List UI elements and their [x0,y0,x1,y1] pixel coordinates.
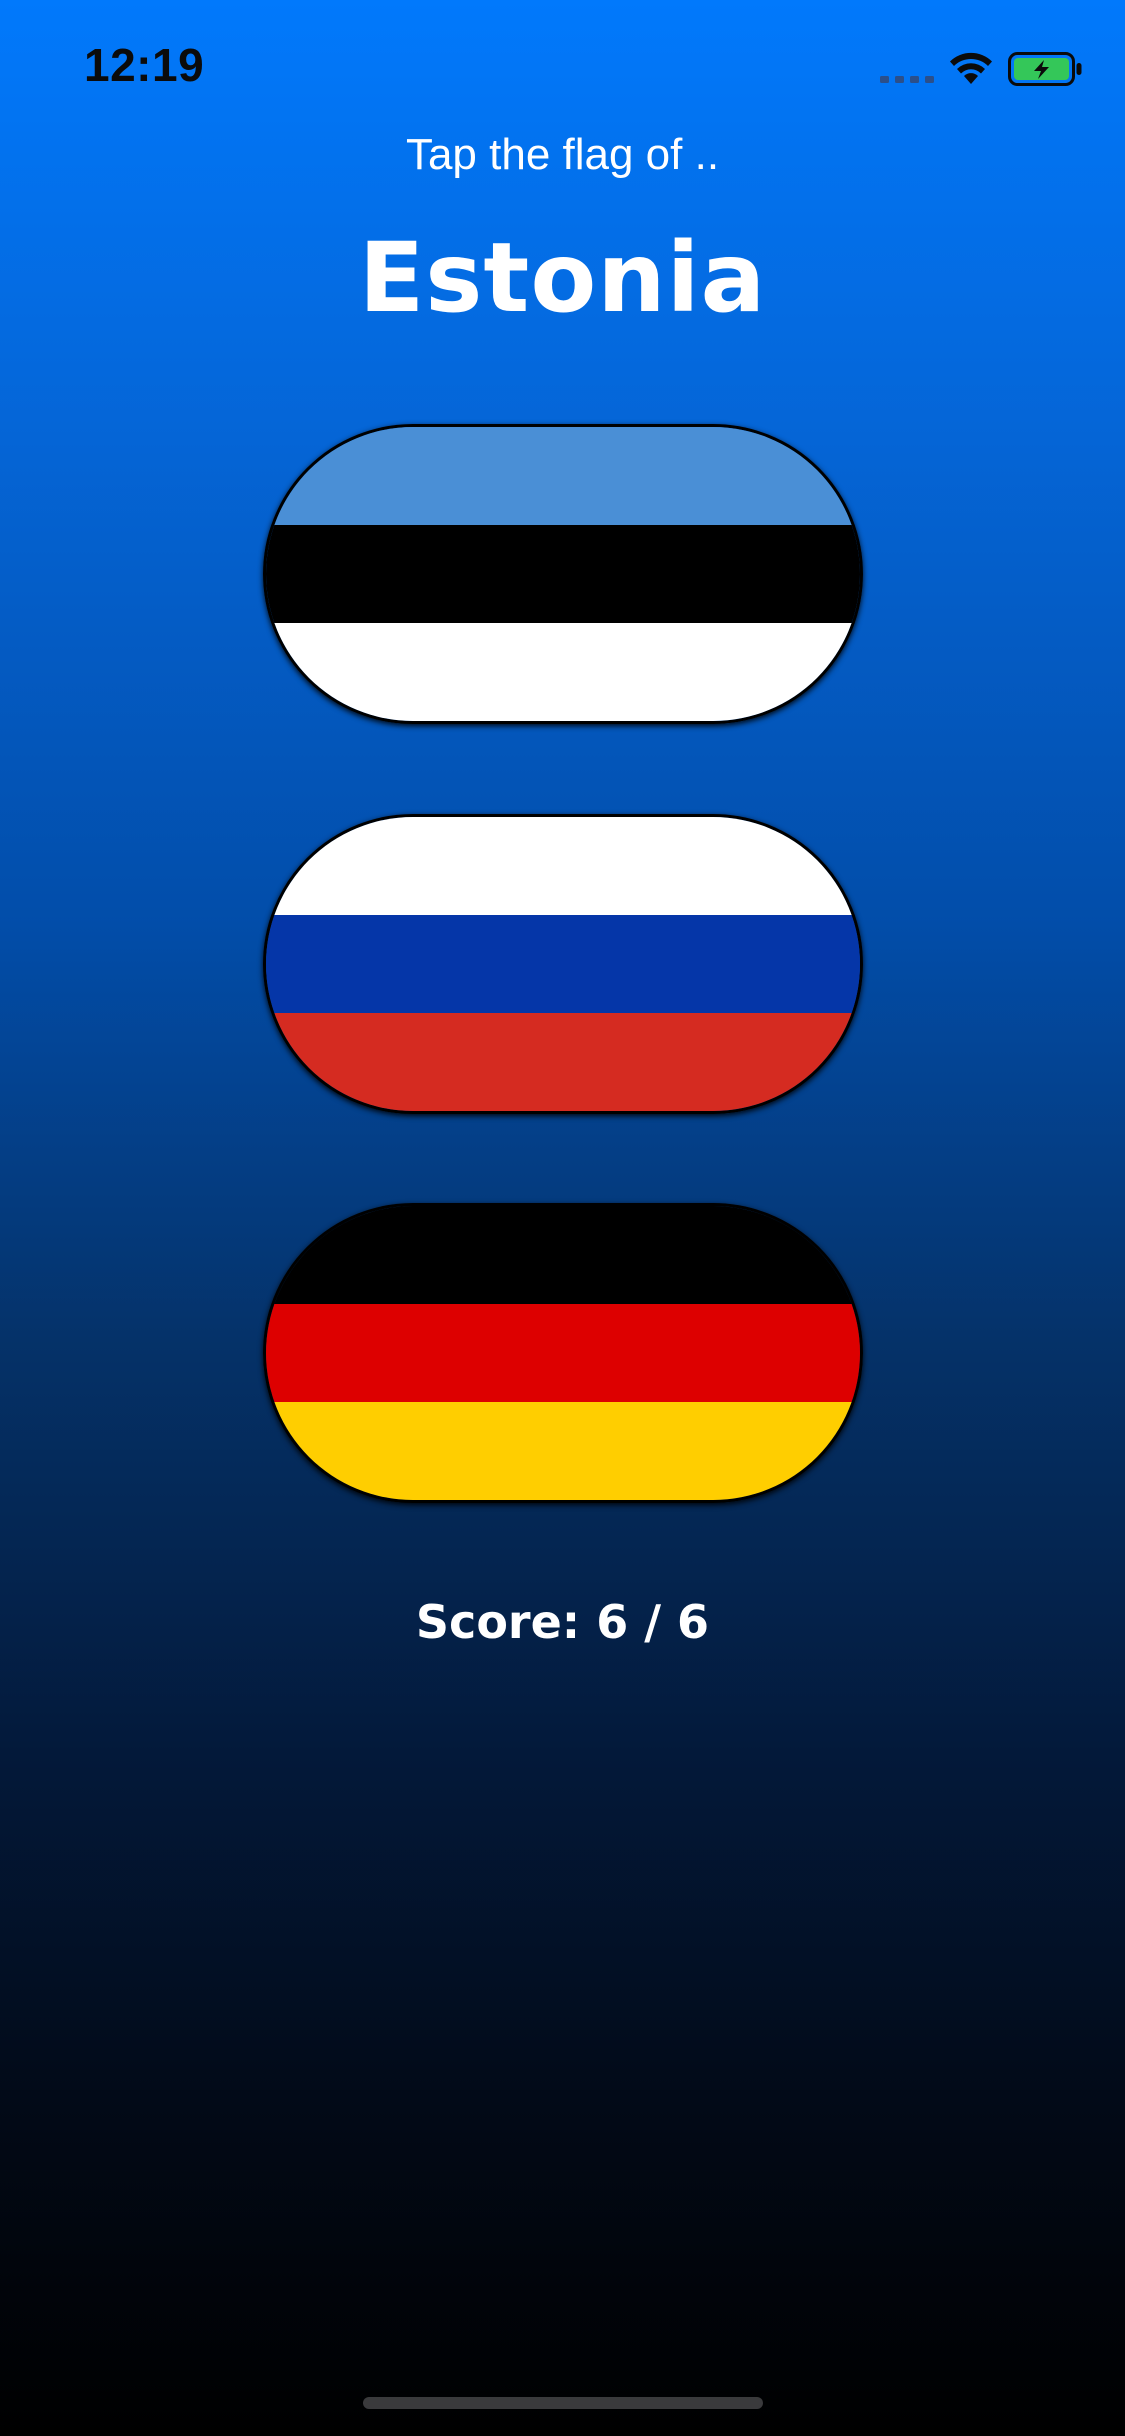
status-time: 12:19 [84,39,205,91]
flag-stripe [266,817,860,915]
flag-stripe [266,915,860,1013]
prompt-text: Tap the flag of .. [405,130,720,179]
cellular-signal-icon [880,76,934,83]
estonia-flag-button[interactable] [263,424,863,724]
flag-stripe [266,1206,860,1304]
flag-stripe [266,623,860,721]
score-label: Score: 6 / 6 [415,1595,710,1649]
russia-flag-button[interactable] [263,814,863,1114]
country-name: Estonia [358,222,767,334]
flag-stripe [266,427,860,525]
flag-stripe [266,1013,860,1111]
home-indicator[interactable] [363,2397,763,2409]
flag-stripe [266,1304,860,1402]
germany-flag-button[interactable] [263,1203,863,1503]
battery-charging-icon [1008,52,1082,86]
wifi-icon [950,52,992,84]
status-bar: 12:19 [0,0,1125,132]
flag-stripe [266,1402,860,1500]
flag-stripe [266,525,860,623]
